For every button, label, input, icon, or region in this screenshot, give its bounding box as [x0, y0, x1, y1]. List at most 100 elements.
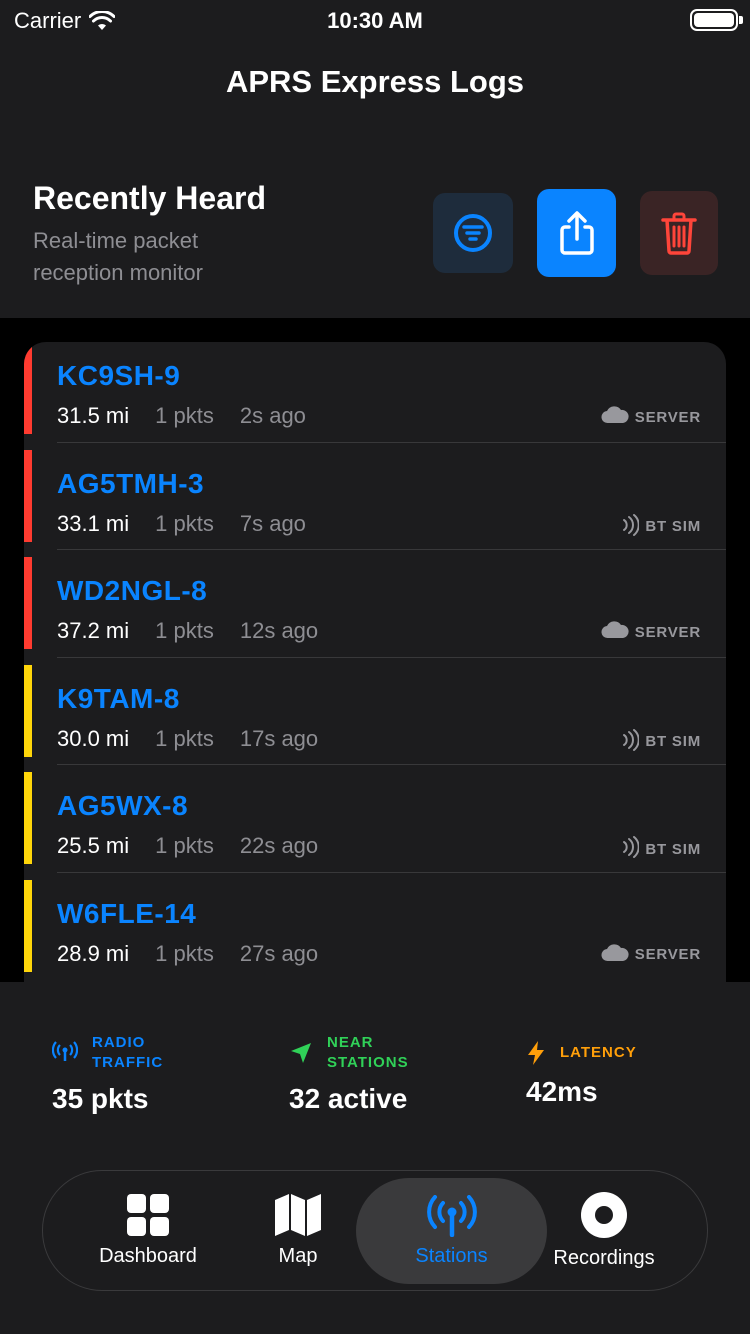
station-source: SERVER: [601, 406, 701, 428]
stat-radio-label: RADIO TRAFFIC: [92, 1033, 163, 1073]
station-list-area[interactable]: KC9SH-9 31.5 mi 1 pkts 2s ago SERVER AG5TMH-3…: [0, 318, 750, 982]
tab-stations[interactable]: Stations: [356, 1178, 547, 1284]
station-status-bar: [24, 449, 32, 542]
station-source: BT SIM: [621, 728, 701, 755]
station-row[interactable]: WD2NGL-8 37.2 mi 1 pkts 12s ago SERVER: [24, 557, 726, 649]
stat-latency-label: LATENCY: [560, 1044, 637, 1061]
tab-dashboard[interactable]: Dashboard: [83, 1171, 213, 1289]
battery-icon: [690, 9, 738, 31]
station-distance: 28.9 mi: [57, 940, 130, 966]
station-callsign: KC9SH-9: [57, 360, 181, 391]
bolt-icon: [528, 1041, 544, 1065]
trash-icon: [661, 212, 697, 255]
row-divider: [57, 656, 726, 658]
station-row[interactable]: AG5TMH-3 33.1 mi 1 pkts 7s ago BT SIM: [24, 449, 726, 542]
station-source-label: SERVER: [634, 408, 701, 426]
stat-radio-value: 35 pkts: [52, 1083, 149, 1114]
row-divider: [57, 441, 726, 443]
row-divider: [57, 549, 726, 550]
station-source-label: BT SIM: [645, 840, 701, 858]
share-icon: [559, 211, 594, 255]
antenna-icon: [52, 1041, 78, 1061]
station-meta: 28.9 mi 1 pkts 27s ago: [57, 941, 318, 967]
station-distance: 30.0 mi: [57, 725, 130, 751]
station-callsign: W6FLE-14: [57, 897, 197, 929]
station-distance: 31.5 mi: [57, 403, 130, 428]
stat-latency: LATENCY 42ms: [526, 1040, 637, 1108]
row-divider: [57, 764, 726, 765]
status-bar: Carrier 10:30 AM: [0, 0, 750, 44]
delete-button[interactable]: [640, 191, 718, 275]
station-distance: 33.1 mi: [57, 510, 130, 536]
stat-near-stations: NEAR STATIONS 32 active: [289, 1033, 409, 1115]
tab-recordings[interactable]: Recordings: [539, 1171, 669, 1289]
map-icon: [275, 1193, 321, 1236]
status-time: 10:30 AM: [327, 8, 423, 33]
station-list: KC9SH-9 31.5 mi 1 pkts 2s ago SERVER AG5TMH-3…: [24, 342, 726, 982]
station-packets: 1 pkts: [155, 403, 214, 428]
station-callsign: K9TAM-8: [57, 682, 180, 714]
stat-near-label-1: NEAR: [327, 1034, 374, 1051]
station-packets: 1 pkts: [155, 725, 214, 751]
stat-radio-label-1: RADIO: [92, 1034, 146, 1051]
station-status-bar: [24, 772, 32, 864]
bluetooth-waves-icon: [621, 728, 641, 755]
station-source: SERVER: [601, 943, 701, 966]
station-last-heard: 7s ago: [239, 510, 306, 536]
station-packets: 1 pkts: [155, 618, 214, 643]
filter-button[interactable]: [433, 193, 513, 273]
station-meta: 33.1 mi 1 pkts 7s ago: [57, 511, 306, 537]
station-source: SERVER: [601, 621, 701, 643]
station-packets: 1 pkts: [155, 510, 214, 536]
station-packets: 1 pkts: [155, 940, 214, 966]
tab-dashboard-label: Dashboard: [99, 1244, 197, 1267]
station-distance: 37.2 mi: [57, 618, 130, 643]
tab-map[interactable]: Map: [243, 1171, 353, 1289]
station-source-label: BT SIM: [645, 518, 701, 535]
stat-near-label-2: STATIONS: [327, 1054, 409, 1071]
cloud-icon: [601, 943, 629, 966]
grid-icon: [127, 1193, 169, 1236]
tab-recordings-label: Recordings: [553, 1246, 655, 1269]
station-row[interactable]: KC9SH-9 31.5 mi 1 pkts 2s ago SERVER: [24, 342, 726, 434]
station-last-heard: 17s ago: [239, 725, 319, 751]
station-meta: 25.5 mi 1 pkts 22s ago: [57, 833, 318, 859]
battery-cap: [739, 16, 743, 24]
station-row[interactable]: K9TAM-8 30.0 mi 1 pkts 17s ago BT SIM: [24, 664, 726, 757]
station-row[interactable]: W6FLE-14 28.9 mi 1 pkts 27s ago SERVER: [24, 879, 726, 972]
station-status-bar: [24, 557, 32, 649]
station-source: BT SIM: [621, 513, 701, 540]
row-divider: [57, 871, 726, 873]
station-meta: 37.2 mi 1 pkts 12s ago: [57, 618, 318, 644]
tab-stations-label: Stations: [415, 1244, 488, 1267]
bluetooth-waves-icon: [621, 513, 641, 540]
station-last-heard: 2s ago: [239, 403, 306, 428]
station-last-heard: 22s ago: [239, 833, 319, 858]
station-callsign: AG5TMH-3: [57, 467, 205, 499]
station-callsign: WD2NGL-8: [57, 575, 208, 606]
location-arrow-icon: [291, 1043, 311, 1063]
cloud-icon: [601, 406, 629, 428]
station-distance: 25.5 mi: [57, 833, 130, 858]
station-row[interactable]: AG5WX-8 25.5 mi 1 pkts 22s ago BT SIM: [24, 772, 726, 864]
record-icon: [581, 1191, 627, 1238]
section-title: Recently Heard: [33, 180, 266, 216]
station-last-heard: 27s ago: [239, 940, 319, 966]
app-title: APRS Express Logs: [225, 64, 525, 99]
stat-near-value: 32 active: [289, 1083, 408, 1114]
cloud-icon: [601, 621, 629, 643]
station-status-bar: [24, 664, 32, 757]
bluetooth-waves-icon: [621, 836, 641, 862]
share-button[interactable]: [537, 189, 616, 277]
station-status-bar: [24, 879, 32, 972]
station-status-bar: [24, 342, 32, 434]
stat-radio-traffic: RADIO TRAFFIC 35 pkts: [52, 1033, 163, 1115]
filter-icon: [454, 214, 492, 252]
stat-near-label: NEAR STATIONS: [327, 1033, 409, 1073]
station-last-heard: 12s ago: [239, 618, 319, 643]
antenna-icon: [426, 1194, 477, 1237]
tab-bar: Dashboard Map Stations Recordings: [42, 1170, 708, 1291]
station-source: BT SIM: [621, 836, 701, 862]
station-meta: 31.5 mi 1 pkts 2s ago: [57, 403, 306, 429]
station-source-label: SERVER: [634, 946, 701, 963]
